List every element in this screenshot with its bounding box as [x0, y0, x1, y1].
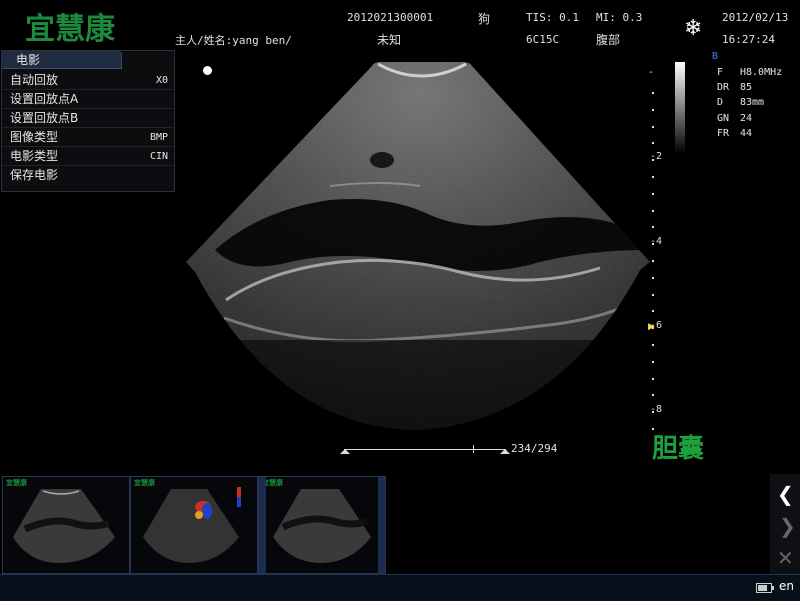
mode-indicator: B [712, 51, 719, 62]
param-value: 24 [740, 113, 753, 124]
depth-tick [652, 411, 654, 414]
cine-track [344, 449, 506, 450]
param-key: DR [717, 82, 730, 93]
cine-frame-counter: 234/294 [511, 442, 558, 455]
param-value: 83mm [740, 97, 765, 108]
cine-slider[interactable] [340, 444, 510, 456]
cine-end-marker [500, 449, 510, 454]
depth-tick [652, 276, 654, 279]
param-value: 44 [740, 128, 753, 139]
thumbnail-image [259, 477, 385, 573]
cine-position-handle[interactable] [473, 445, 474, 453]
depth-tick [652, 92, 654, 94]
depth-tick [652, 142, 654, 145]
depth-tick [652, 310, 654, 313]
depth-tick [652, 192, 654, 195]
depth-label: - [648, 67, 655, 78]
thumbnail-2[interactable]: 宜慧康 [130, 476, 258, 574]
param-value: 85 [740, 82, 753, 93]
organ-label: 胆囊 [652, 434, 705, 464]
chevron-left-icon[interactable]: ❮ [777, 482, 794, 506]
depth-tick [652, 226, 654, 229]
depth-tick [652, 344, 654, 346]
language-indicator[interactable]: en [779, 579, 794, 593]
depth-tick [652, 293, 654, 296]
thumbnail-3[interactable]: 宜慧康 [258, 476, 386, 574]
depth-tick [652, 260, 654, 262]
param-key: F [717, 67, 724, 78]
depth-tick [652, 243, 654, 246]
thumbnail-image [143, 487, 241, 563]
param-key: FR [717, 128, 730, 139]
depth-label: -8 [650, 404, 663, 415]
thumbnail-1[interactable]: 宜慧康 [2, 476, 130, 574]
focus-arrow-icon: ▶ [648, 322, 655, 332]
depth-tick [652, 394, 654, 397]
param-key: GN [717, 113, 730, 124]
chevron-right-icon[interactable]: ❯ [779, 514, 796, 538]
status-bar: en [0, 574, 800, 601]
depth-tick [652, 360, 654, 363]
depth-tick [652, 108, 654, 111]
depth-tick [652, 159, 654, 162]
param-key: D [717, 97, 724, 108]
battery-icon [756, 583, 774, 593]
depth-tick [652, 176, 654, 178]
cine-start-marker [340, 449, 350, 454]
depth-tick [652, 125, 654, 128]
depth-tick [652, 377, 654, 380]
thumbnail-image [13, 489, 115, 563]
depth-tick [652, 209, 654, 212]
close-icon[interactable]: ✕ [777, 546, 794, 570]
param-value: H8.0MHz [740, 67, 783, 78]
depth-label: -4 [650, 236, 663, 247]
depth-scale: - -2 -4 -6 -8 [645, 60, 665, 420]
grayscale-bar [675, 62, 685, 154]
thumbnail-nav-panel: ❮ ❯ ✕ [770, 474, 800, 574]
